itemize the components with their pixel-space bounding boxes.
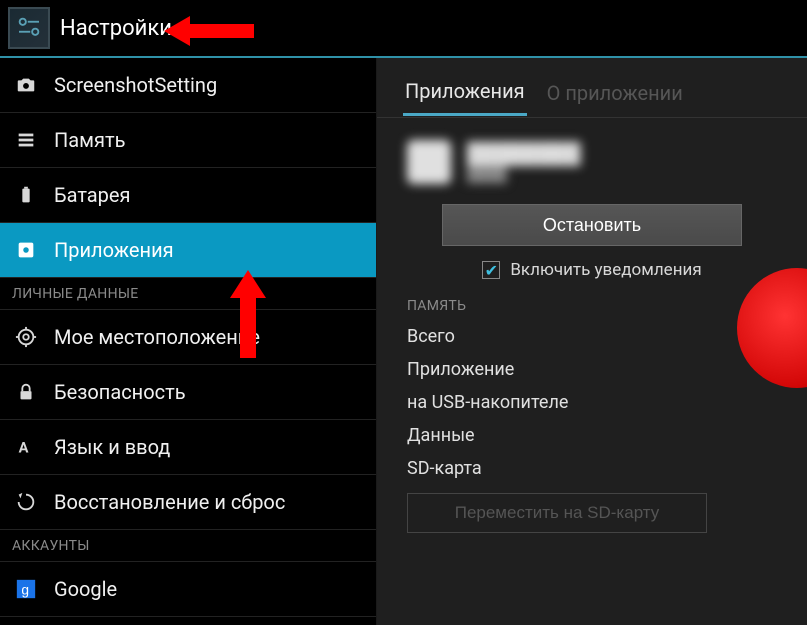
app-icon [407,140,451,184]
sidebar-item-label: Память [54,128,125,152]
sidebar-item-label: Восстановление и сброс [54,490,285,514]
stop-button[interactable]: Остановить [442,204,742,246]
memory-row-data: Данные [377,419,807,452]
tab-about[interactable]: О приложении [545,71,685,115]
sidebar-item-label: Язык и ввод [54,435,170,459]
sidebar-item-language[interactable]: A Язык и ввод [0,420,376,475]
sidebar-item-security[interactable]: Безопасность [0,365,376,420]
svg-text:A: A [19,439,29,457]
memory-row-app: Приложение [377,353,807,386]
sidebar-section-accounts: АККАУНТЫ [0,530,376,562]
sidebar-item-label: ScreenshotSetting [54,73,217,97]
language-icon: A [12,436,40,458]
sidebar-item-apps[interactable]: Приложения [0,223,376,278]
tab-apps[interactable]: Приложения [403,69,527,116]
google-icon: g [12,578,40,600]
memory-row-sd: SD-карта [377,452,807,485]
sidebar-item-screenshot[interactable]: ScreenshotSetting [0,58,376,113]
sidebar-item-label: Приложения [54,238,174,262]
app-detail-panel: Приложения О приложении ████████ ████ Ос… [377,58,807,625]
reset-icon [12,491,40,513]
app-header: Настройки [0,0,807,58]
sidebar-item-label: Google [54,577,117,601]
settings-sidebar: ScreenshotSetting Память Батарея Приложе… [0,58,377,625]
sidebar-section-personal: ЛИЧНЫЕ ДАННЫЕ [0,278,376,310]
sidebar-item-reset[interactable]: Восстановление и сброс [0,475,376,530]
settings-icon [8,7,50,49]
move-sd-button[interactable]: Переместить на SD-карту [407,493,707,533]
sidebar-item-google[interactable]: g Google [0,562,376,617]
sidebar-item-location[interactable]: Мое местоположение [0,310,376,365]
location-icon [12,326,40,348]
content-tabs: Приложения О приложении [377,68,807,118]
svg-text:g: g [21,583,29,598]
annotation-arrow-header [164,14,254,48]
camera-icon [12,74,40,96]
app-version: ████ [467,166,580,183]
battery-icon [12,184,40,206]
app-info-header: ████████ ████ [377,118,807,194]
lock-icon [12,381,40,403]
app-name: ████████ [467,141,580,166]
memory-row-usb: на USB-накопителе [377,386,807,419]
notifications-row[interactable]: ✔ Включить уведомления [377,260,807,280]
sidebar-item-battery[interactable]: Батарея [0,168,376,223]
checkbox-icon[interactable]: ✔ [482,261,500,279]
storage-icon [12,129,40,151]
page-title: Настройки [60,16,172,41]
sidebar-item-label: Батарея [54,183,130,207]
annotation-arrow-apps [228,270,268,358]
apps-icon [12,239,40,261]
sidebar-item-label: Безопасность [54,380,186,404]
notifications-label: Включить уведомления [510,260,701,280]
sidebar-item-memory[interactable]: Память [0,113,376,168]
